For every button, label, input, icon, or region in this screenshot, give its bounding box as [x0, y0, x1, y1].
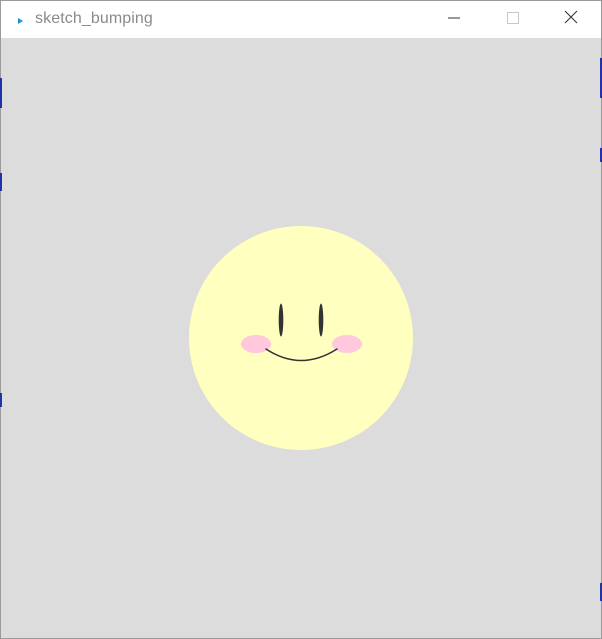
maximize-icon [507, 11, 519, 29]
sketch-drawing [189, 226, 413, 450]
right-eye [318, 303, 324, 337]
smiley-face [189, 226, 413, 450]
minimize-button[interactable] [431, 1, 477, 38]
sketch-window: sketch_bumping [0, 0, 602, 639]
left-cheek [241, 335, 271, 353]
window-title: sketch_bumping [35, 10, 153, 27]
maximize-button[interactable] [490, 1, 536, 38]
left-eye [278, 303, 284, 337]
close-icon [564, 10, 578, 29]
title-bar[interactable]: sketch_bumping [1, 1, 601, 38]
minimize-icon [448, 11, 460, 29]
sketch-canvas[interactable] [0, 38, 602, 638]
right-cheek [332, 335, 362, 353]
close-button[interactable] [548, 1, 594, 38]
play-arrow-icon [14, 14, 26, 26]
